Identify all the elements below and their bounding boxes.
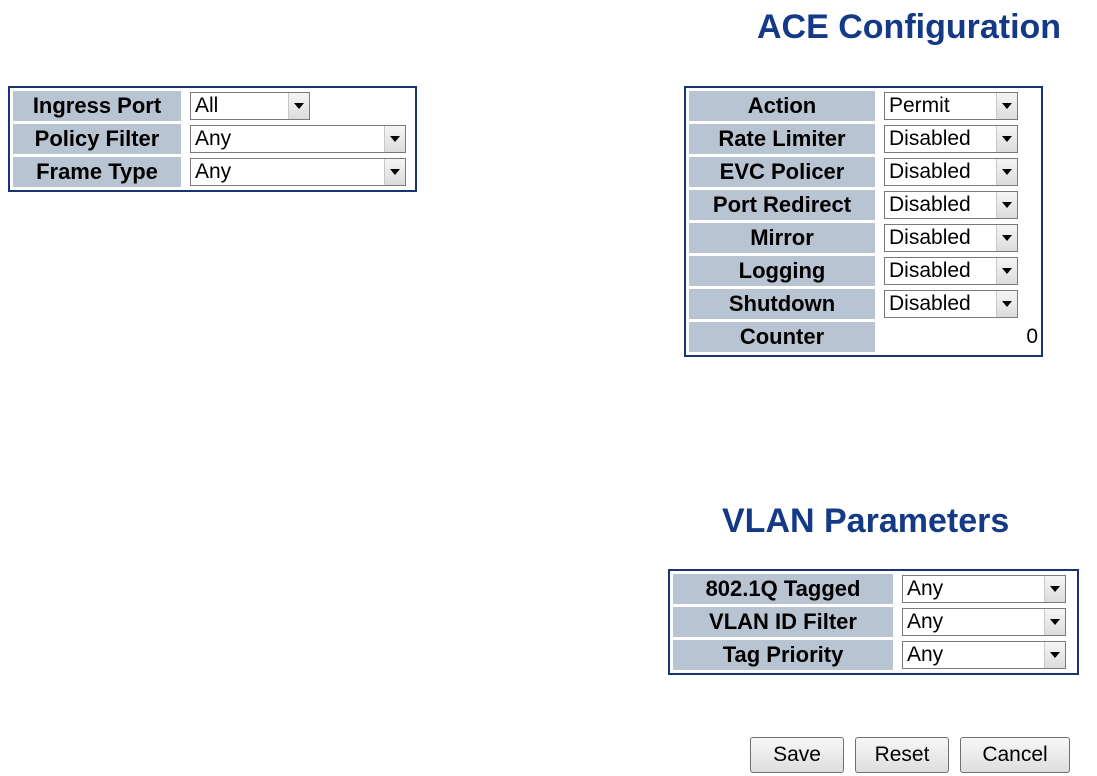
frame-type-row: Frame Type Any: [13, 157, 412, 187]
logging-row: Logging Disabled: [689, 256, 1038, 286]
chevron-down-icon[interactable]: [384, 159, 405, 185]
mirror-select[interactable]: Disabled: [884, 224, 1018, 252]
chevron-down-icon[interactable]: [1044, 609, 1065, 635]
tag-priority-select[interactable]: Any: [902, 641, 1066, 669]
chevron-down-icon[interactable]: [996, 225, 1017, 251]
policy-filter-row: Policy Filter Any: [13, 124, 412, 154]
cancel-button[interactable]: Cancel: [960, 737, 1070, 773]
action-row: Action Permit: [689, 91, 1038, 121]
ingress-port-label: Ingress Port: [13, 91, 181, 121]
chevron-down-icon[interactable]: [996, 291, 1017, 317]
rate-limiter-value: Disabled: [889, 127, 971, 150]
frame-type-value: Any: [195, 160, 232, 183]
vlan-parameters-table: 802.1Q Tagged Any VLAN ID Filter Any Tag…: [668, 569, 1079, 675]
policy-filter-label: Policy Filter: [13, 124, 181, 154]
frame-type-label: Frame Type: [13, 157, 181, 187]
ingress-table: Ingress Port All Policy Filter Any Frame…: [8, 86, 417, 192]
action-select[interactable]: Permit: [884, 92, 1018, 120]
chevron-down-icon[interactable]: [996, 126, 1017, 152]
rate-limiter-row: Rate Limiter Disabled: [689, 124, 1038, 154]
action-label: Action: [689, 91, 875, 121]
logging-select[interactable]: Disabled: [884, 257, 1018, 285]
port-redirect-label: Port Redirect: [689, 190, 875, 220]
tagged-8021q-row: 802.1Q Tagged Any: [673, 574, 1074, 604]
frame-type-select[interactable]: Any: [190, 158, 406, 186]
tagged-8021q-select[interactable]: Any: [902, 575, 1066, 603]
evc-policer-row: EVC Policer Disabled: [689, 157, 1038, 187]
evc-policer-value: Disabled: [889, 160, 971, 183]
chevron-down-icon[interactable]: [996, 93, 1017, 119]
ingress-port-select[interactable]: All: [190, 92, 310, 120]
counter-label: Counter: [689, 322, 875, 352]
counter-value: 0: [878, 322, 1038, 352]
shutdown-row: Shutdown Disabled: [689, 289, 1038, 319]
chevron-down-icon[interactable]: [1044, 576, 1065, 602]
evc-policer-label: EVC Policer: [689, 157, 875, 187]
logging-label: Logging: [689, 256, 875, 286]
vlan-parameters-title: VLAN Parameters: [722, 502, 1010, 540]
mirror-label: Mirror: [689, 223, 875, 253]
policy-filter-select[interactable]: Any: [190, 125, 406, 153]
chevron-down-icon[interactable]: [996, 258, 1017, 284]
mirror-value: Disabled: [889, 226, 971, 249]
port-redirect-row: Port Redirect Disabled: [689, 190, 1038, 220]
counter-row: Counter 0: [689, 322, 1038, 352]
vlan-id-filter-select[interactable]: Any: [902, 608, 1066, 636]
vlan-id-filter-row: VLAN ID Filter Any: [673, 607, 1074, 637]
policy-filter-value: Any: [195, 127, 232, 150]
chevron-down-icon[interactable]: [384, 126, 405, 152]
rate-limiter-label: Rate Limiter: [689, 124, 875, 154]
shutdown-value: Disabled: [889, 292, 971, 315]
save-button[interactable]: Save: [750, 737, 844, 773]
tagged-8021q-value: Any: [907, 577, 944, 600]
logging-value: Disabled: [889, 259, 971, 282]
chevron-down-icon[interactable]: [996, 159, 1017, 185]
chevron-down-icon[interactable]: [996, 192, 1017, 218]
shutdown-select[interactable]: Disabled: [884, 290, 1018, 318]
action-value: Permit: [889, 94, 950, 117]
tag-priority-value: Any: [907, 643, 944, 666]
tagged-8021q-label: 802.1Q Tagged: [673, 574, 893, 604]
reset-button[interactable]: Reset: [855, 737, 949, 773]
vlan-id-filter-label: VLAN ID Filter: [673, 607, 893, 637]
chevron-down-icon[interactable]: [288, 93, 309, 119]
vlan-id-filter-value: Any: [907, 610, 944, 633]
mirror-row: Mirror Disabled: [689, 223, 1038, 253]
ace-configuration-title: ACE Configuration: [757, 8, 1062, 46]
evc-policer-select[interactable]: Disabled: [884, 158, 1018, 186]
shutdown-label: Shutdown: [689, 289, 875, 319]
ace-action-table: Action Permit Rate Limiter Disabled EVC …: [684, 86, 1043, 357]
port-redirect-value: Disabled: [889, 193, 971, 216]
ingress-port-row: Ingress Port All: [13, 91, 412, 121]
tag-priority-row: Tag Priority Any: [673, 640, 1074, 670]
chevron-down-icon[interactable]: [1044, 642, 1065, 668]
port-redirect-select[interactable]: Disabled: [884, 191, 1018, 219]
rate-limiter-select[interactable]: Disabled: [884, 125, 1018, 153]
ingress-port-value: All: [195, 94, 219, 117]
tag-priority-label: Tag Priority: [673, 640, 893, 670]
